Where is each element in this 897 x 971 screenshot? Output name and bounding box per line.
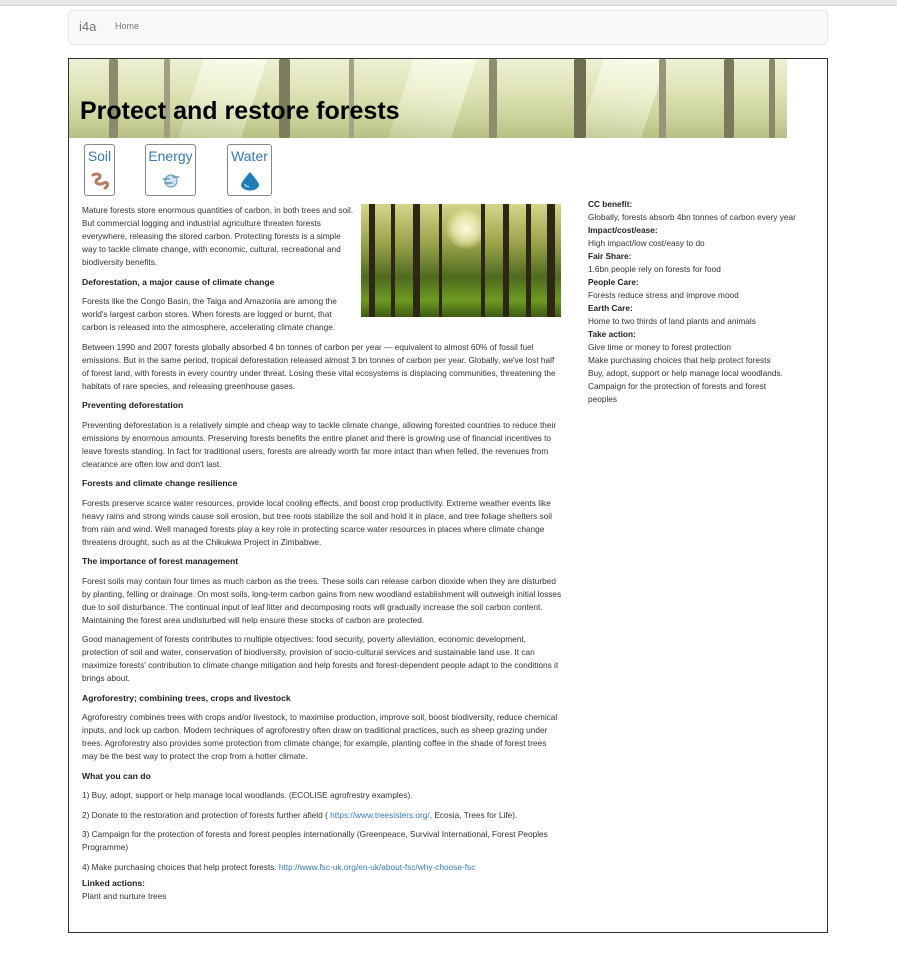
hero-tree-trunk	[489, 59, 497, 138]
category-soil-tile[interactable]: Soil	[84, 144, 115, 196]
action-text: 2) Donate to the restoration and protect…	[82, 809, 331, 820]
hero-tree-trunk	[659, 59, 666, 138]
paragraph: Preventing deforestation is a relatively…	[82, 419, 557, 469]
content-panel: Protect and restore forests Soil Energy …	[68, 58, 828, 933]
hero-tree-trunk	[574, 59, 586, 138]
category-water-tile[interactable]: Water	[227, 144, 272, 196]
take-action-item: Give time or money to forest protection	[588, 342, 731, 352]
action-item: 3) Campaign for the protection of forest…	[82, 829, 548, 852]
fsc-link[interactable]: http://www.fsc-uk.org/en-uk/about-fsc/wh…	[279, 862, 475, 872]
people-care-label: People Care:	[588, 277, 639, 287]
fair-share-label: Fair Share:	[588, 251, 632, 261]
take-action-item: Campaign for the protection of forests a…	[588, 381, 767, 391]
section-heading: Forests and climate change resilience	[82, 478, 238, 488]
action-item: 4) Make purchasing choices that help pro…	[82, 861, 562, 874]
earth-care-label: Earth Care:	[588, 303, 633, 313]
paragraph: Forests preserve scarce water resources,…	[82, 497, 552, 547]
water-drop-icon	[239, 171, 261, 196]
paragraph: Agroforestry combines trees with crops a…	[82, 712, 558, 761]
category-label: Water	[231, 148, 268, 164]
take-action-item: Buy, adopt, support or help manage local…	[588, 368, 783, 378]
people-care-value: Forests reduce stress and improve mood	[588, 290, 739, 300]
paragraph: Forest soils may contain four times as m…	[82, 575, 562, 625]
take-action-item: peoples	[588, 394, 618, 404]
fair-share-value: 1.6bn people rely on forests for food	[588, 264, 721, 274]
linked-action-value: Plant and nurture trees	[82, 890, 167, 901]
linked-actions-label: Linked actions:	[82, 877, 146, 888]
category-label: Soil	[87, 148, 112, 164]
section-heading: Preventing deforestation	[82, 400, 184, 410]
article-body: Mature forests store enormous quantities…	[82, 204, 562, 903]
paragraph: Good management of forests contributes t…	[82, 634, 559, 683]
hero-tree-trunk	[769, 59, 775, 138]
section-heading: Agroforestry; combining trees, crops and…	[82, 692, 291, 703]
impact-value: High impact/low cost/easy to do	[588, 238, 705, 248]
section-heading: Deforestation, a major cause of climate …	[82, 276, 275, 287]
worm-icon	[89, 171, 111, 196]
impact-label: Impact/cost/ease:	[588, 225, 658, 235]
brand-link[interactable]: i4a	[79, 19, 96, 34]
page-title: Protect and restore forests	[80, 97, 400, 125]
intro-paragraph: Mature forests store enormous quantities…	[82, 205, 354, 267]
action-text: , Ecosia, Trees for Life).	[429, 809, 518, 820]
cc-benefit-label: CC benefit:	[588, 199, 633, 209]
earth-care-value: Home to two thirds of land plants and an…	[588, 316, 756, 326]
hero-banner: Protect and restore forests	[69, 59, 787, 138]
action-item: 2) Donate to the restoration and protect…	[82, 809, 562, 822]
cc-benefit-value: Globally, forests absorb 4bn tonnes of c…	[588, 212, 796, 222]
section-heading: What you can do	[82, 770, 151, 781]
section-heading: The importance of forest management	[82, 556, 239, 566]
action-text: 4) Make purchasing choices that help pro…	[82, 861, 279, 872]
paragraph: Forests like the Congo Basin, the Taiga …	[82, 296, 337, 332]
treesisters-link[interactable]: https://www.treesisters.org/	[330, 810, 430, 820]
hero-tree-trunk	[724, 59, 734, 138]
take-action-label: Take action:	[588, 329, 636, 339]
navbar: i4a Home	[68, 10, 828, 45]
category-energy-tile[interactable]: Energy	[145, 144, 196, 196]
take-action-item: Make purchasing choices that help protec…	[588, 355, 771, 365]
browser-top-strip	[0, 0, 897, 6]
benefits-sidebar: CC benefit: Globally, forests absorb 4bn…	[588, 198, 820, 406]
paragraph: Between 1990 and 2007 forests globally a…	[82, 341, 556, 391]
action-item: 1) Buy, adopt, support or help manage lo…	[82, 790, 413, 800]
category-label: Energy	[148, 148, 193, 164]
nav-home-link[interactable]: Home	[115, 21, 139, 31]
wind-icon	[160, 171, 182, 196]
